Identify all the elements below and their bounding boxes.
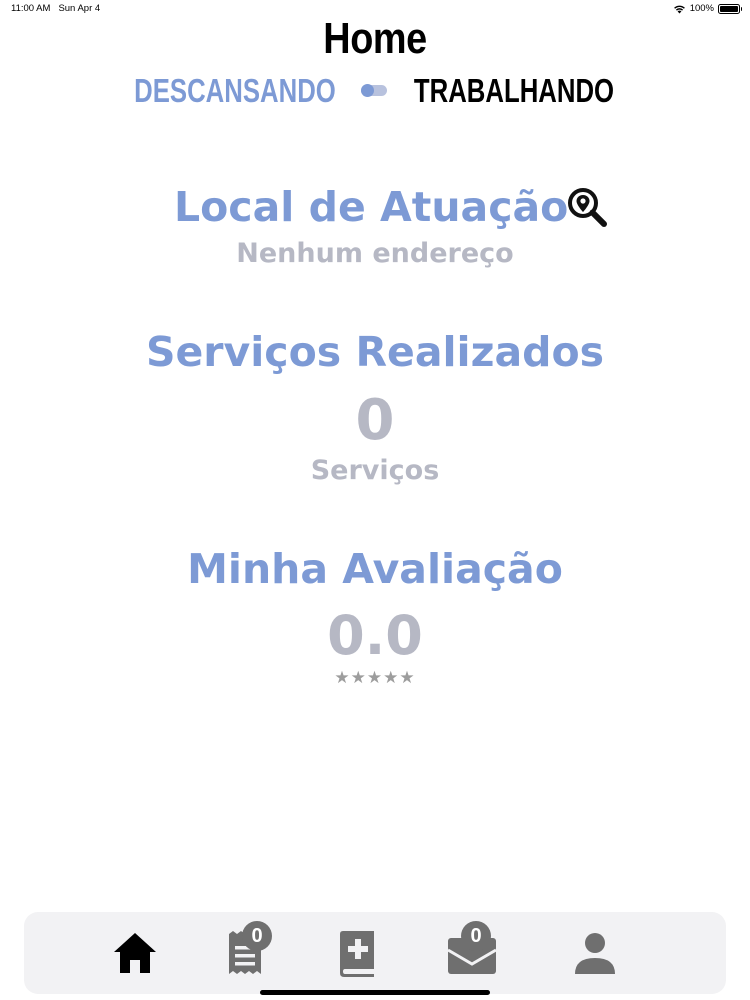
home-indicator[interactable] [260, 990, 490, 995]
status-time: 11:00 AM [11, 3, 51, 14]
tab-inbox[interactable]: 0 [444, 921, 497, 978]
services-title: Serviços Realizados [145, 328, 605, 376]
rating-value: 0.0 [327, 604, 423, 667]
medical-book-icon [340, 931, 374, 977]
page-title: Home [323, 14, 427, 63]
inbox-badge: 0 [461, 921, 491, 951]
rating-title: Minha Avaliação [187, 545, 563, 593]
receipts-badge: 0 [242, 921, 272, 951]
services-unit: Serviços [310, 455, 440, 486]
mode-toggle-row: DESCANSANDO TRABALHANDO [0, 72, 750, 112]
search-location-icon[interactable] [566, 187, 608, 229]
home-icon [114, 933, 156, 973]
tab-home[interactable] [110, 928, 160, 978]
location-value: Nenhum endereço [236, 238, 514, 269]
services-count: 0 [355, 388, 395, 453]
tab-bar: 0 0 [24, 912, 726, 994]
tab-services[interactable] [332, 928, 382, 978]
tab-receipts[interactable]: 0 [220, 921, 272, 978]
location-title: Local de Atuação [174, 183, 569, 231]
status-date: Sun Apr 4 [58, 3, 101, 14]
battery-percent: 100% [689, 3, 714, 14]
wifi-icon [673, 5, 685, 13]
mode-on-label[interactable]: TRABALHANDO [409, 72, 618, 110]
battery-icon [718, 3, 742, 14]
switch-knob [361, 84, 374, 97]
tab-profile[interactable] [570, 928, 620, 978]
rating-stars: ★★★★★ [334, 668, 416, 688]
location-header: Local de Atuação [0, 183, 750, 233]
user-icon [575, 933, 615, 974]
mode-off-label[interactable]: DESCANSANDO [130, 72, 341, 110]
work-mode-switch[interactable] [361, 84, 387, 97]
